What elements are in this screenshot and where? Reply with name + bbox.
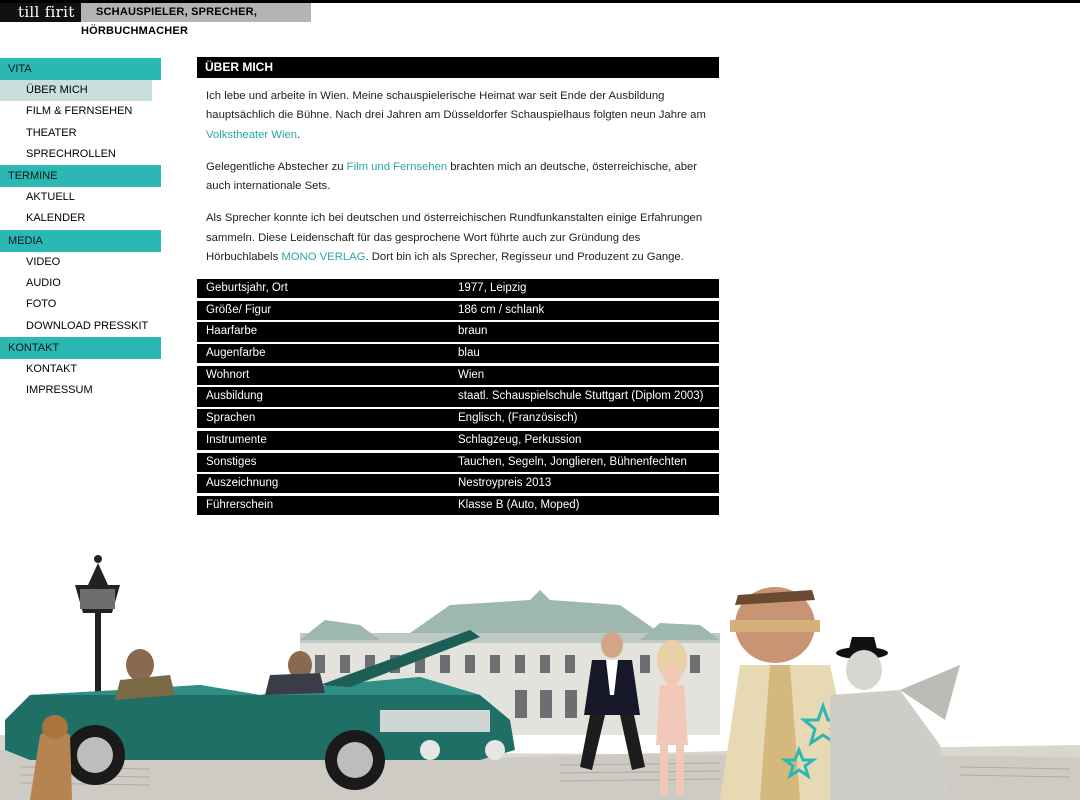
nav-item-impressum[interactable]: IMPRESSUM xyxy=(0,380,152,401)
nav-item-video[interactable]: VIDEO xyxy=(0,252,152,273)
fact-row: Größe/ Figur 186 cm / schlank xyxy=(197,300,719,320)
nav-item-kalender[interactable]: KALENDER xyxy=(0,208,152,229)
fact-label: Sprachen xyxy=(206,412,256,425)
page-title: ÜBER MICH xyxy=(197,57,719,78)
fact-row: Ausbildung staatl. Schauspielschule Stutt… xyxy=(197,387,719,407)
fact-value: 186 cm / schlank xyxy=(458,303,545,316)
nav-section-media[interactable]: MEDIA xyxy=(0,229,161,252)
nav-item-foto[interactable]: FOTO xyxy=(0,294,152,315)
fact-row: Geburtsjahr, Ort 1977, Leipzig xyxy=(197,279,719,299)
fact-row: Augenfarbe blau xyxy=(197,344,719,364)
nav-item-film-fernsehen[interactable]: FILM & FERNSEHEN xyxy=(0,101,152,122)
fact-label: Ausbildung xyxy=(206,390,263,403)
nav-item-download-presskit[interactable]: DOWNLOAD PRESSKIT xyxy=(0,316,152,337)
fact-row: Sprachen Englisch, (Französisch) xyxy=(197,409,719,429)
nav-section-kontakt[interactable]: KONTAKT xyxy=(0,336,161,359)
fact-label: Instrumente xyxy=(206,433,267,446)
site-tagline: SCHAUSPIELER, SPRECHER, HÖRBUCHMACHER xyxy=(81,3,311,37)
fact-label: Wohnort xyxy=(206,368,250,381)
intro-p1-text: Ich lebe und arbeite in Wien. Meine scha… xyxy=(206,90,706,122)
film-fernsehen-link[interactable]: Film und Fernsehen xyxy=(347,161,447,173)
fact-value: Englisch, (Französisch) xyxy=(458,412,578,425)
intro-p3-end: . Dort bin ich als Sprecher, Regisseur u… xyxy=(365,251,684,264)
nav-item-audio[interactable]: AUDIO xyxy=(0,273,152,294)
fact-value: 1977, Leipzig xyxy=(458,282,527,294)
statue-shape xyxy=(830,637,960,800)
nav-section-vita[interactable]: VITA xyxy=(0,58,161,80)
mono-verlag-link[interactable]: MONO VERLAG xyxy=(281,251,365,263)
intro-paragraph-3: Als Sprecher konnte ich bei deutschen un… xyxy=(206,209,710,267)
fact-value: Schlagzeug, Perkussion xyxy=(458,433,582,446)
fact-row: Führerschein Klasse B (Auto, Moped) xyxy=(197,495,719,516)
main-content: ÜBER MICH Ich lebe und arbeite in Wien. … xyxy=(197,57,719,280)
fact-value: staatl. Schauspielschule Stuttgart (Dipl… xyxy=(458,390,704,403)
fact-value: braun xyxy=(458,325,488,338)
fact-label: Haarfarbe xyxy=(206,325,258,338)
volkstheater-link[interactable]: Volkstheater Wien xyxy=(206,129,297,141)
intro-text: Ich lebe und arbeite in Wien. Meine scha… xyxy=(197,78,719,267)
fact-label: Auszeichnung xyxy=(206,477,279,490)
nav-section-termine[interactable]: TERMINE xyxy=(0,165,161,188)
nav-item-aktuell[interactable]: AKTUELL xyxy=(0,187,152,208)
site-logo[interactable]: till firit xyxy=(0,3,81,22)
fact-row: Wohnort Wien xyxy=(197,365,719,385)
nav-item-theater[interactable]: THEATER xyxy=(0,123,152,144)
fact-label: Sonstiges xyxy=(206,455,257,468)
fact-value: Klasse B (Auto, Moped) xyxy=(458,498,580,511)
fact-label: Größe/ Figur xyxy=(206,303,272,316)
fact-row: Instrumente Schlagzeug, Perkussion xyxy=(197,430,719,450)
fact-value: Nestroypreis 2013 xyxy=(458,477,552,490)
sidebar-nav: VITA ÜBER MICH FILM & FERNSEHEN THEATER … xyxy=(0,58,161,402)
footer-collage-image xyxy=(0,555,1080,800)
fact-row: Sonstiges Tauchen, Segeln, Jonglieren, Bü… xyxy=(197,452,719,472)
fact-value: Tauchen, Segeln, Jonglieren, Bühnenfecht… xyxy=(458,455,687,468)
fact-value: Wien xyxy=(458,368,485,381)
facts-table: Geburtsjahr, Ort 1977, Leipzig Größe/ Fig… xyxy=(197,279,719,518)
nav-item-ueber-mich[interactable]: ÜBER MICH xyxy=(0,80,152,102)
intro-paragraph-1: Ich lebe und arbeite in Wien. Meine scha… xyxy=(206,87,710,145)
fact-label: Geburtsjahr, Ort xyxy=(206,282,288,294)
fact-row: Haarfarbe braun xyxy=(197,322,719,342)
intro-p2-start: Gelegentliche Abstecher zu xyxy=(206,160,347,173)
street-lamp-shape xyxy=(75,555,120,700)
nav-item-kontakt[interactable]: KONTAKT xyxy=(0,359,152,380)
intro-p1-end: . xyxy=(297,128,301,141)
fact-value: blau xyxy=(458,347,480,360)
fact-row: Auszeichnung Nestroypreis 2013 xyxy=(197,474,719,494)
intro-paragraph-2: Gelegentliche Abstecher zu Film und Fern… xyxy=(206,158,710,197)
fact-label: Führerschein xyxy=(206,498,274,511)
fact-label: Augenfarbe xyxy=(206,347,266,360)
nav-item-sprechrollen[interactable]: SPRECHROLLEN xyxy=(0,144,152,165)
